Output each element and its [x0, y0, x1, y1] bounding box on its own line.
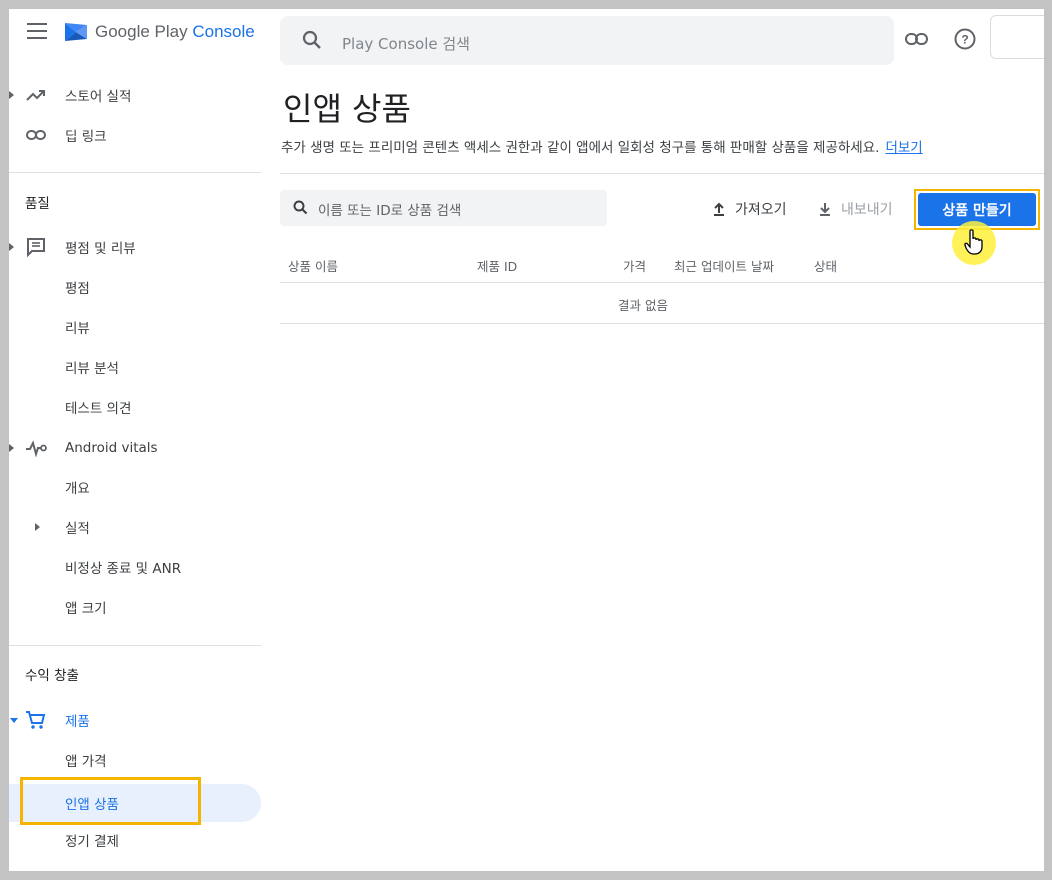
table-divider: [280, 282, 1044, 283]
sidebar-item-ratings[interactable]: 평점: [9, 271, 261, 303]
expand-caret-icon[interactable]: [9, 444, 14, 452]
link-icon: [26, 130, 46, 140]
sidebar-item-label: 개요: [65, 481, 90, 497]
expand-caret-icon[interactable]: [35, 523, 40, 531]
vitals-pulse-icon: [26, 440, 47, 458]
global-search-bar[interactable]: Play Console 검색: [280, 16, 894, 65]
svg-text:?: ?: [961, 33, 968, 47]
sidebar-item-deep-links[interactable]: 딥 링크: [9, 119, 261, 151]
sidebar-item-label: 비정상 종료 및 ANR: [65, 561, 182, 577]
collapse-caret-icon[interactable]: [10, 718, 18, 723]
section-title-quality: 품질: [25, 196, 50, 212]
search-icon: [293, 200, 308, 215]
sidebar-item-label: 스토어 실적: [65, 89, 132, 105]
sidebar-item-app-pricing[interactable]: 앱 가격: [9, 744, 261, 776]
search-placeholder: 이름 또는 ID로 상품 검색: [318, 203, 462, 219]
sidebar-item-label: 리뷰: [65, 321, 90, 337]
sidebar-item-app-size[interactable]: 앱 크기: [9, 591, 261, 623]
sidebar-item-store-performance[interactable]: 스토어 실적: [9, 79, 261, 111]
column-header-last-updated[interactable]: 최근 업데이트 날짜: [674, 256, 774, 275]
sidebar-item-overview[interactable]: 개요: [9, 471, 261, 503]
sidebar-item-label: Android vitals: [65, 440, 158, 456]
sidebar-item-ratings-reviews[interactable]: 평점 및 리뷰: [9, 231, 261, 263]
logo-row: Google Play Console: [9, 9, 271, 57]
sidebar-item-label: 앱 가격: [65, 754, 107, 770]
expand-caret-icon[interactable]: [9, 91, 14, 99]
sidebar-item-test-feedback[interactable]: 테스트 의견: [9, 391, 261, 423]
sidebar-item-reviews[interactable]: 리뷰: [9, 311, 261, 343]
export-label: 내보내기: [841, 202, 893, 218]
page-title: 인앱 상품: [283, 90, 411, 128]
divider: [9, 645, 261, 646]
shopping-cart-icon: [26, 711, 46, 729]
export-button[interactable]: 내보내기: [817, 199, 893, 219]
import-button[interactable]: 가져오기: [711, 199, 787, 219]
sidebar-item-products[interactable]: 제품: [9, 704, 261, 736]
divider: [9, 172, 261, 173]
table-divider: [280, 323, 1044, 324]
sidebar-item-performance[interactable]: 실적: [9, 511, 261, 543]
sidebar-item-label: 제품: [65, 714, 90, 730]
help-icon[interactable]: ?: [954, 28, 976, 50]
link-icon[interactable]: [905, 29, 929, 49]
empty-state-text: 결과 없음: [618, 298, 668, 313]
app-logo-text: Google Play Console: [95, 22, 255, 41]
review-comment-icon: [27, 238, 45, 258]
sidebar-item-subscriptions[interactable]: 정기 결제: [9, 824, 261, 856]
column-header-product-id[interactable]: 제품 ID: [477, 256, 517, 275]
app-window: Google Play Console 스토어 실적 딥 링크 품질 평점 및 …: [9, 9, 1044, 871]
sidebar-item-label: 딥 링크: [65, 129, 107, 145]
trending-up-icon: [26, 90, 45, 101]
upload-icon: [714, 202, 724, 216]
import-label: 가져오기: [735, 202, 787, 218]
sidebar-item-label: 테스트 의견: [65, 401, 132, 417]
sidebar-item-label: 평점 및 리뷰: [65, 241, 136, 257]
sidebar-item-label: 리뷰 분석: [65, 361, 119, 377]
search-icon: [302, 30, 321, 49]
search-placeholder: Play Console 검색: [342, 35, 470, 53]
column-header-price[interactable]: 가격: [623, 256, 646, 275]
page-description: 추가 생명 또는 프리미엄 콘텐츠 액세스 권한과 같이 앱에서 일회성 청구를…: [281, 136, 923, 156]
expand-caret-icon[interactable]: [9, 243, 14, 251]
sidebar-item-label: 앱 크기: [65, 601, 107, 617]
hand-cursor-icon: [964, 229, 983, 255]
account-button[interactable]: [990, 15, 1044, 59]
menu-icon[interactable]: [27, 23, 47, 39]
sidebar-item-label: 평점: [65, 281, 90, 297]
highlight-frame: [20, 777, 201, 825]
sidebar-item-review-analysis[interactable]: 리뷰 분석: [9, 351, 261, 383]
product-search-input[interactable]: 이름 또는 ID로 상품 검색: [280, 190, 607, 226]
play-console-logo-icon: [65, 23, 87, 41]
divider: [280, 173, 1044, 174]
section-title-monetize: 수익 창출: [25, 668, 79, 684]
column-header-status[interactable]: 상태: [814, 256, 837, 275]
sidebar: Google Play Console 스토어 실적 딥 링크 품질 평점 및 …: [9, 9, 271, 871]
column-header-name[interactable]: 상품 이름: [288, 256, 338, 275]
sidebar-item-label: 정기 결제: [65, 834, 119, 850]
download-icon: [820, 203, 830, 216]
sidebar-item-label: 실적: [65, 521, 90, 537]
sidebar-item-crashes-anr[interactable]: 비정상 종료 및 ANR: [9, 551, 261, 583]
description-text: 추가 생명 또는 프리미엄 콘텐츠 액세스 권한과 같이 앱에서 일회성 청구를…: [281, 140, 880, 156]
sidebar-item-android-vitals[interactable]: Android vitals: [9, 432, 261, 464]
learn-more-link[interactable]: 더보기: [885, 140, 922, 156]
